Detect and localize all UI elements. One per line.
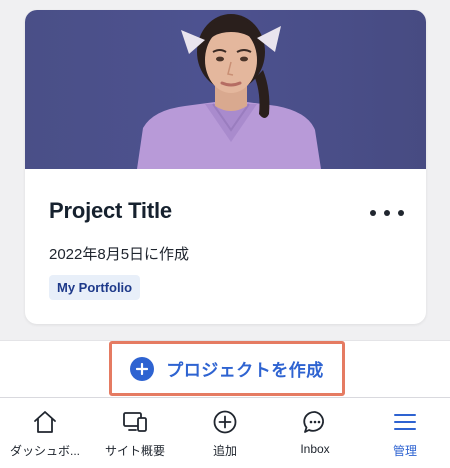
- tab-dashboard-label: ダッシュボ...: [9, 444, 80, 458]
- home-icon: [31, 408, 59, 436]
- create-project-bar: プロジェクトを作成: [0, 340, 450, 397]
- tab-add-label: 追加: [212, 444, 237, 458]
- tab-inbox[interactable]: Inbox: [270, 398, 360, 468]
- more-dot: [398, 210, 404, 216]
- bottom-tab-bar: ダッシュボ... サイト概要 追加 Inbox 管理: [0, 397, 450, 468]
- menu-icon: [391, 408, 419, 436]
- create-project-label: プロジェクトを作成: [166, 361, 324, 380]
- chat-bubble-icon: [301, 408, 329, 436]
- tab-site-overview[interactable]: サイト概要: [90, 398, 180, 468]
- portrait-illustration: [137, 14, 321, 169]
- tab-site-overview-label: サイト概要: [104, 444, 165, 458]
- project-created-date: 2022年8月5日に作成: [49, 246, 190, 263]
- project-title: Project Title: [49, 198, 172, 223]
- tab-manage[interactable]: 管理: [360, 398, 450, 468]
- more-horizontal-icon: [370, 210, 376, 216]
- project-cover-image: [25, 10, 426, 169]
- plus-circle-icon: [130, 356, 155, 381]
- tab-inbox-label: Inbox: [300, 442, 330, 456]
- create-project-button[interactable]: プロジェクトを作成: [109, 341, 345, 396]
- tab-add[interactable]: 追加: [180, 398, 270, 468]
- more-options-button[interactable]: [370, 206, 404, 220]
- project-card[interactable]: Project Title 2022年8月5日に作成 My Portfolio: [25, 10, 426, 324]
- more-dot: [384, 210, 390, 216]
- project-tag[interactable]: My Portfolio: [49, 275, 141, 300]
- tab-dashboard[interactable]: ダッシュボ...: [0, 398, 90, 468]
- tab-manage-label: 管理: [392, 444, 417, 458]
- add-circle-icon: [211, 408, 239, 436]
- site-overview-icon: [121, 408, 149, 436]
